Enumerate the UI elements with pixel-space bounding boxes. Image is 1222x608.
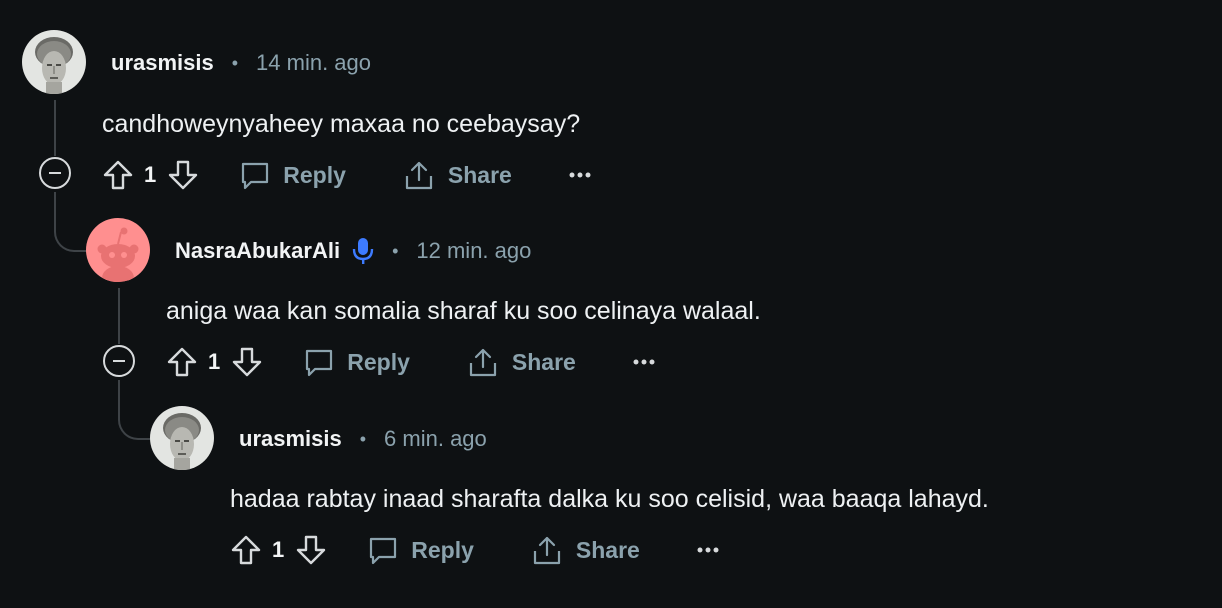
username-link[interactable]: urasmisis xyxy=(239,426,342,452)
share-label: Share xyxy=(575,536,640,563)
ellipsis-icon xyxy=(633,359,655,365)
comment-timestamp[interactable]: 14 min. ago xyxy=(256,50,371,76)
microphone-icon xyxy=(352,237,374,265)
more-options-button[interactable] xyxy=(632,358,656,366)
user-avatar[interactable] xyxy=(22,30,86,94)
share-button[interactable]: Share xyxy=(402,159,512,191)
comment-action-row: 1 Reply Share xyxy=(100,155,592,195)
upvote-arrow-icon xyxy=(231,535,261,565)
reply-button[interactable]: Reply xyxy=(367,534,474,566)
comment-action-row: 1 Reply Share xyxy=(164,342,656,382)
share-button[interactable]: Share xyxy=(466,346,576,378)
more-options-button[interactable] xyxy=(696,546,720,554)
meta-separator: • xyxy=(392,240,399,261)
reply-label: Reply xyxy=(283,161,346,188)
share-label: Share xyxy=(511,348,576,375)
comment-body: aniga waa kan somalia sharaf ku soo celi… xyxy=(166,297,761,325)
thread-elbow-2 xyxy=(118,380,152,440)
comment-action-row: 1 Reply Share xyxy=(228,530,720,570)
username-link[interactable]: urasmisis xyxy=(111,50,214,76)
upvote-arrow-icon xyxy=(103,160,133,190)
comment-timestamp[interactable]: 12 min. ago xyxy=(416,238,531,264)
comment-bubble-icon xyxy=(370,537,397,565)
username-link[interactable]: NasraAbukarAli xyxy=(175,238,340,264)
thread-elbow-1 xyxy=(54,192,88,252)
minus-icon xyxy=(113,360,125,362)
comment-bubble-icon xyxy=(242,162,269,190)
snoo-avatar-icon xyxy=(86,218,150,282)
reply-label: Reply xyxy=(411,536,474,563)
comment-timestamp[interactable]: 6 min. ago xyxy=(384,426,487,452)
share-icon xyxy=(405,161,432,190)
vote-score: 1 xyxy=(272,537,285,562)
downvote-button[interactable] xyxy=(165,157,201,193)
downvote-button[interactable] xyxy=(229,344,265,380)
meta-separator: • xyxy=(231,52,239,73)
statue-face-avatar-icon xyxy=(22,30,86,94)
downvote-arrow-icon xyxy=(297,535,326,565)
upvote-button[interactable] xyxy=(100,157,136,193)
comment-meta: urasmisis • 6 min. ago xyxy=(239,424,487,454)
vote-score: 1 xyxy=(208,349,221,374)
collapse-thread-button[interactable] xyxy=(39,157,71,189)
share-icon xyxy=(533,536,560,565)
ellipsis-icon xyxy=(697,547,719,553)
thread-line-1 xyxy=(54,100,56,156)
minus-icon xyxy=(49,172,61,174)
meta-separator: • xyxy=(359,428,367,449)
vote-score: 1 xyxy=(144,162,157,187)
reply-button[interactable]: Reply xyxy=(303,346,410,378)
ellipsis-icon xyxy=(569,172,591,178)
share-icon xyxy=(469,348,496,377)
reply-label: Reply xyxy=(347,348,410,375)
share-label: Share xyxy=(447,161,512,188)
collapse-thread-button[interactable] xyxy=(103,345,135,377)
comment-meta: NasraAbukarAli • 12 min. ago xyxy=(175,236,531,266)
upvote-button[interactable] xyxy=(164,344,200,380)
user-avatar[interactable] xyxy=(150,406,214,470)
comment-body: hadaa rabtay inaad sharafta dalka ku soo… xyxy=(230,485,989,513)
thread-line-2 xyxy=(118,288,120,344)
comment-meta: urasmisis • 14 min. ago xyxy=(111,48,371,78)
share-button[interactable]: Share xyxy=(530,534,640,566)
more-options-button[interactable] xyxy=(568,171,592,179)
statue-face-avatar-icon xyxy=(150,406,214,470)
comment-body: candhoweynyaheey maxaa no ceebaysay? xyxy=(102,110,581,138)
downvote-button[interactable] xyxy=(293,532,329,568)
upvote-arrow-icon xyxy=(167,347,197,377)
comment-bubble-icon xyxy=(306,349,333,377)
downvote-arrow-icon xyxy=(169,160,198,190)
downvote-arrow-icon xyxy=(233,347,262,377)
upvote-button[interactable] xyxy=(228,532,264,568)
user-avatar[interactable] xyxy=(86,218,150,282)
reply-button[interactable]: Reply xyxy=(239,159,346,191)
